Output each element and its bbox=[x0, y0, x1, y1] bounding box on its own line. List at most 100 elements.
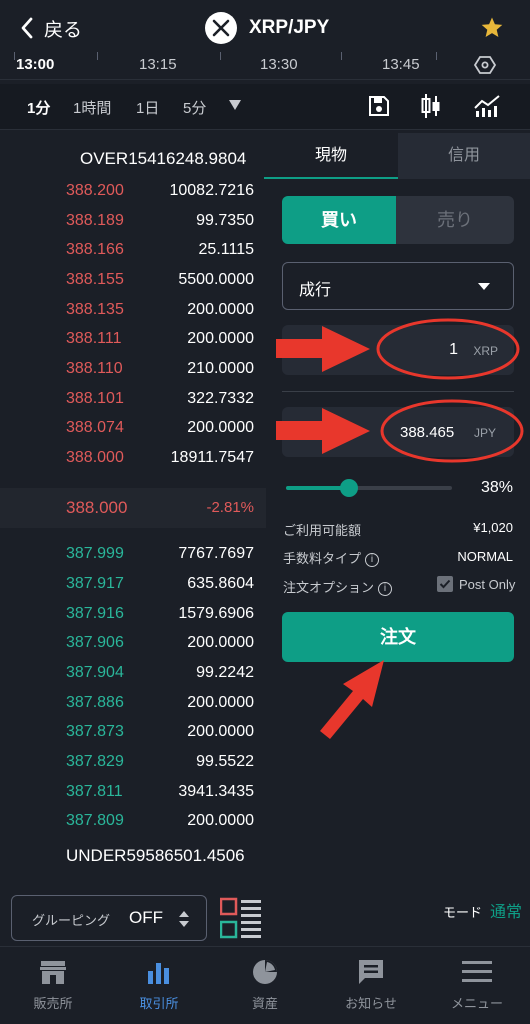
bid-price: 387.809 bbox=[66, 812, 124, 829]
updown-icon bbox=[179, 911, 189, 927]
info-icon[interactable]: i bbox=[378, 581, 393, 596]
bid-price: 387.916 bbox=[66, 605, 124, 622]
submit-order-button[interactable]: 注文 bbox=[282, 612, 514, 662]
over-volume: OVER15416248.9804 bbox=[80, 149, 246, 169]
under-volume: UNDER59586501.4506 bbox=[66, 846, 245, 866]
nav-label: 販売所 bbox=[33, 996, 73, 1011]
amount-field[interactable]: 1 XRP bbox=[282, 325, 514, 375]
bid-price: 387.873 bbox=[66, 723, 124, 740]
bid-row[interactable]: 387.917 635.8604 bbox=[0, 571, 262, 600]
nav-assets[interactable]: 資産 bbox=[212, 957, 318, 1012]
fee-value: NORMAL bbox=[457, 549, 513, 564]
bid-row[interactable]: 387.904 99.2242 bbox=[0, 660, 262, 689]
indicator-chart-icon[interactable] bbox=[473, 94, 501, 118]
nav-menu[interactable]: メニュー bbox=[424, 957, 530, 1012]
timeframe-1h[interactable]: 1時間 bbox=[73, 97, 111, 118]
back-button[interactable]: 戻る bbox=[20, 12, 82, 44]
ask-price: 388.000 bbox=[66, 449, 124, 466]
slider-percent: 38% bbox=[480, 479, 513, 496]
ask-price: 388.135 bbox=[66, 301, 124, 318]
store-icon bbox=[40, 961, 66, 984]
order-type-select[interactable]: 成行 bbox=[282, 262, 514, 310]
pair-title: XRP/JPY bbox=[205, 10, 329, 46]
bid-row[interactable]: 387.811 3941.3435 bbox=[0, 779, 262, 808]
favorite-star-icon[interactable] bbox=[480, 16, 504, 40]
ask-qty: 10082.7216 bbox=[169, 182, 254, 199]
message-icon bbox=[359, 960, 383, 984]
tab-margin[interactable]: 信用 bbox=[398, 133, 530, 179]
bid-row[interactable]: 387.886 200.0000 bbox=[0, 690, 262, 719]
ask-row[interactable]: 388.000 18911.7547 bbox=[0, 445, 262, 474]
book-layout-icon[interactable] bbox=[220, 897, 262, 939]
ask-row[interactable]: 388.074 200.0000 bbox=[0, 415, 262, 444]
back-label: 戻る bbox=[44, 19, 83, 41]
timeframe-1m[interactable]: 1分 bbox=[27, 97, 50, 118]
mode-indicator[interactable]: モード 通常 bbox=[443, 898, 522, 922]
ask-row[interactable]: 388.111 200.0000 bbox=[0, 326, 262, 355]
over-value: 15416248.9804 bbox=[128, 149, 247, 168]
ask-row[interactable]: 388.135 200.0000 bbox=[0, 297, 262, 326]
ask-qty: 18911.7547 bbox=[170, 449, 254, 466]
over-label: OVER bbox=[80, 149, 129, 168]
info-icon[interactable]: i bbox=[365, 552, 380, 567]
bid-row[interactable]: 387.916 1579.6906 bbox=[0, 601, 262, 630]
bid-row[interactable]: 387.906 200.0000 bbox=[0, 630, 262, 659]
chevron-left-icon bbox=[21, 17, 33, 39]
ask-qty: 200.0000 bbox=[187, 301, 254, 318]
ask-row[interactable]: 388.166 25.1115 bbox=[0, 237, 262, 266]
candlestick-icon[interactable] bbox=[420, 92, 442, 120]
tick-mark bbox=[14, 52, 15, 60]
dropdown-triangle-icon[interactable] bbox=[228, 99, 242, 111]
buy-button[interactable]: 買い bbox=[282, 196, 396, 244]
ask-price: 388.101 bbox=[66, 390, 124, 407]
bid-qty: 3941.3435 bbox=[178, 783, 254, 800]
fee-label: 手数料タイプ bbox=[283, 551, 362, 566]
ask-row[interactable]: 388.155 5500.0000 bbox=[0, 267, 262, 296]
bid-price: 387.999 bbox=[66, 545, 124, 562]
nav-news[interactable]: お知らせ bbox=[318, 957, 424, 1012]
mode-label: モード bbox=[443, 905, 483, 920]
timeframe-5m[interactable]: 5分 bbox=[183, 97, 206, 118]
ask-row[interactable]: 388.189 99.7350 bbox=[0, 208, 262, 237]
order-option-row: 注文オプション i bbox=[283, 577, 393, 596]
ask-row[interactable]: 388.101 322.7332 bbox=[0, 386, 262, 415]
bid-qty: 200.0000 bbox=[187, 812, 254, 829]
bid-qty: 99.2242 bbox=[196, 664, 254, 681]
save-icon[interactable] bbox=[368, 95, 390, 117]
settings-hex-icon[interactable] bbox=[474, 55, 496, 75]
amount-value: 1 bbox=[449, 341, 458, 358]
bid-row[interactable]: 387.829 99.5522 bbox=[0, 749, 262, 778]
percent-slider[interactable] bbox=[286, 479, 452, 497]
bid-price: 387.829 bbox=[66, 753, 124, 770]
nav-label: メニュー bbox=[450, 996, 503, 1011]
tab-spot[interactable]: 現物 bbox=[264, 133, 398, 179]
price-field[interactable]: 388.465 JPY bbox=[282, 407, 514, 457]
chart-toolbar: 1分 1時間 1日 5分 bbox=[0, 84, 530, 130]
ask-row[interactable]: 388.110 210.0000 bbox=[0, 356, 262, 385]
tick-mark bbox=[436, 52, 437, 60]
sell-button[interactable]: 売り bbox=[396, 196, 514, 244]
nav-label: 取引所 bbox=[139, 996, 179, 1011]
post-only-checkbox[interactable]: Post Only bbox=[437, 576, 515, 592]
price-unit: JPY bbox=[473, 426, 496, 440]
ask-price: 388.166 bbox=[66, 241, 124, 258]
bid-qty: 635.8604 bbox=[187, 575, 254, 592]
bid-row[interactable]: 387.873 200.0000 bbox=[0, 719, 262, 748]
divider bbox=[282, 391, 514, 392]
timeframe-1d[interactable]: 1日 bbox=[136, 97, 159, 118]
grouping-select[interactable]: グルーピング OFF bbox=[11, 895, 207, 941]
nav-shop[interactable]: 販売所 bbox=[0, 957, 106, 1012]
fee-type-row: 手数料タイプ i bbox=[283, 548, 380, 567]
time-tick: 13:00 bbox=[16, 56, 55, 73]
time-tick: 13:15 bbox=[139, 56, 177, 73]
bid-row[interactable]: 387.809 200.0000 bbox=[0, 808, 262, 837]
ask-row[interactable]: 388.200 10082.7216 bbox=[0, 178, 262, 207]
available-label: ご利用可能額 bbox=[283, 523, 362, 538]
bid-row[interactable]: 387.999 7767.7697 bbox=[0, 541, 262, 570]
bid-qty: 1579.6906 bbox=[178, 605, 254, 622]
bar-chart-icon bbox=[148, 963, 169, 984]
slider-thumb[interactable] bbox=[340, 479, 359, 497]
nav-exchange[interactable]: 取引所 bbox=[106, 957, 212, 1012]
xrp-logo-icon bbox=[205, 12, 237, 44]
option-label: 注文オプション bbox=[283, 580, 375, 595]
